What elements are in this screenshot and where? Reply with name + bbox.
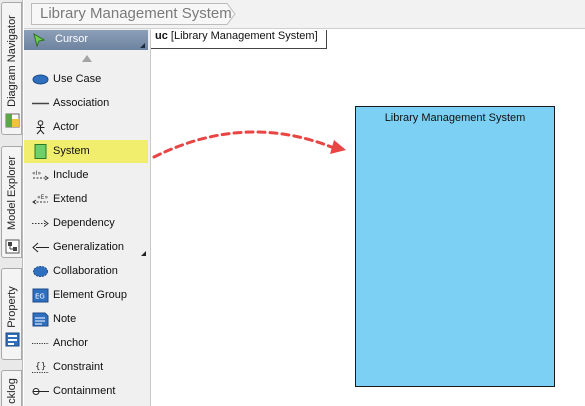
palette-item-label: Note [53,313,77,325]
palette-item-extend[interactable]: «E» Extend [24,188,148,211]
tab-backlog[interactable]: cklog [1,370,22,406]
use-case-icon [32,72,49,87]
palette-item-label: Association [53,97,110,109]
extend-icon: «E» [32,192,49,207]
association-icon [32,96,49,111]
palette-item-label: Collaboration [53,265,118,277]
anchor-icon [32,336,49,351]
cursor-icon [32,32,46,48]
palette-item-note[interactable]: Note [24,308,148,331]
diagram-type-prefix: uc [155,30,168,42]
tab-diagram-navigator[interactable]: Diagram Navigator [1,2,22,135]
diagram-frame-tab: uc [Library Management System] [151,30,327,49]
palette-item-label: Element Group [53,289,127,301]
tab-property[interactable]: Property [1,268,22,360]
containment-icon [32,384,49,399]
palette-item-collaboration[interactable]: Collaboration [24,260,148,283]
palette-item-label: System [53,145,90,157]
note-icon [32,312,49,327]
diagram-toolbar-palette: Cursor Use Case Association Actor System… [24,0,151,406]
palette-item-label: Actor [53,121,79,133]
svg-text:«I»: «I» [32,170,41,177]
property-icon [5,332,20,347]
generalization-icon [32,240,49,255]
element-group-icon: EG [32,288,49,303]
diagram-canvas[interactable]: uc [Library Management System] Library M… [151,30,585,406]
palette-item-label: Constraint [53,361,104,373]
palette-item-label: Anchor [53,337,88,349]
palette-item-system[interactable]: System [24,140,148,163]
collaboration-icon [32,264,49,279]
tab-backlog-label: cklog [5,378,18,404]
palette-item-include[interactable]: «I» Include [24,164,148,187]
constraint-icon: {} [32,360,49,375]
side-tab-strip: Diagram Navigator Model Explorer Propert… [0,0,23,406]
breadcrumb-title: Library Management System [40,5,232,22]
actor-icon [32,120,49,135]
palette-item-label: Extend [53,193,88,205]
tab-diagram-navigator-label: Diagram Navigator [5,15,18,107]
palette-item-containment[interactable]: Containment [24,380,148,403]
generalization-submenu-icon[interactable] [141,251,146,256]
svg-text:«E»: «E» [37,194,48,201]
diagram-tab-name: [Library Management System] [170,30,318,42]
palette-item-label: Generalization [53,241,124,253]
element-group-icon-text: EG [35,293,45,301]
dependency-icon [32,216,49,231]
svg-text:{}: {} [35,362,46,372]
palette-item-dependency[interactable]: Dependency [24,212,148,235]
palette-item-element-group[interactable]: EG Element Group [24,284,148,307]
system-title: Library Management System [384,112,526,124]
palette-item-anchor[interactable]: Anchor [24,332,148,355]
tab-property-label: Property [5,286,18,328]
palette-item-label: Include [53,169,89,181]
palette-scroll-up-icon[interactable] [82,55,92,62]
palette-item-generalization[interactable]: Generalization [24,236,148,259]
cursor-dropdown-icon [140,43,145,48]
palette-item-actor[interactable]: Actor [24,116,148,139]
system-icon [32,144,49,159]
include-icon: «I» [32,168,49,183]
palette-item-use-case[interactable]: Use Case [24,68,148,91]
palette-item-constraint[interactable]: {} Constraint [24,356,148,379]
palette-item-association[interactable]: Association [24,92,148,115]
cursor-tool[interactable]: Cursor [24,30,148,50]
palette-item-label: Dependency [53,217,115,229]
breadcrumb-bar: Library Management System [24,0,585,29]
palette-item-label: Containment [53,385,116,397]
model-explorer-icon [5,239,20,254]
system-boundary[interactable]: Library Management System [355,106,555,387]
diagram-navigator-icon [5,113,20,128]
tab-model-explorer-label: Model Explorer [5,156,18,230]
cursor-label: Cursor [55,33,89,45]
palette-item-label: Use Case [53,73,102,85]
tab-model-explorer[interactable]: Model Explorer [1,146,22,258]
